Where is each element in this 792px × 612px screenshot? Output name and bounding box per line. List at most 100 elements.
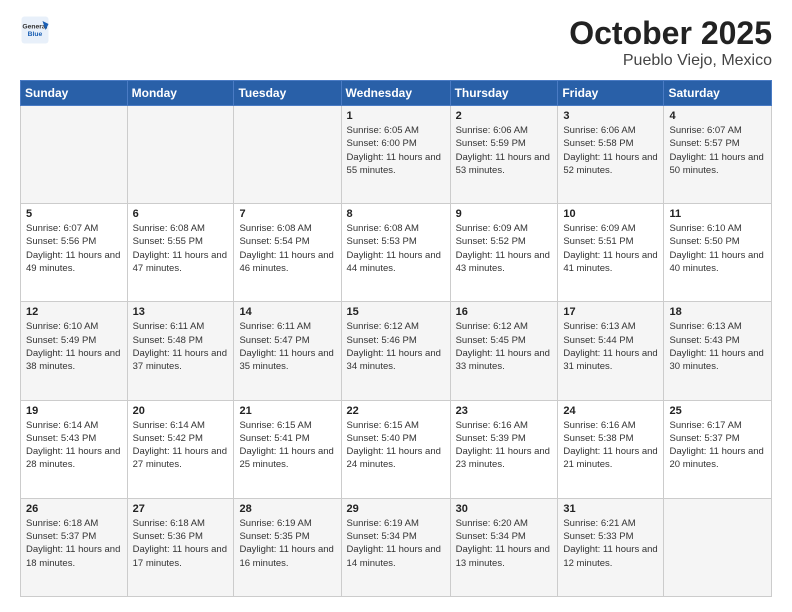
day-info: Sunrise: 6:09 AMSunset: 5:52 PMDaylight:… [456,222,553,275]
day-cell: 5Sunrise: 6:07 AMSunset: 5:56 PMDaylight… [21,204,128,302]
day-number: 30 [456,503,553,515]
day-info: Sunrise: 6:10 AMSunset: 5:50 PMDaylight:… [669,222,766,275]
logo-icon: General Blue [20,15,50,45]
day-cell: 9 Sunrise: 6:09 AMSunset: 5:52 PMDaylight… [450,204,558,302]
day-cell: 21 Sunrise: 6:15 AMSunset: 5:41 PMDayligh… [234,400,341,498]
day-cell: 19Sunrise: 6:14 AMSunset: 5:43 PMDayligh… [21,400,128,498]
day-info: Sunrise: 6:09 AMSunset: 5:51 PMDaylight:… [563,222,658,275]
day-number: 12 [26,306,122,318]
day-cell: 26 Sunrise: 6:18 AMSunset: 5:37 PMDayligh… [21,498,128,596]
day-info: Sunrise: 6:21 AMSunset: 5:33 PMDaylight:… [563,517,658,570]
day-cell: 6Sunrise: 6:08 AMSunset: 5:55 PMDaylight… [127,204,234,302]
day-info: Sunrise: 6:19 AMSunset: 5:34 PMDaylight:… [347,517,445,570]
day-info: Sunrise: 6:15 AMSunset: 5:41 PMDaylight:… [239,419,335,472]
day-info: Sunrise: 6:06 AMSunset: 5:59 PMDaylight:… [456,124,553,177]
week-row-2: 5Sunrise: 6:07 AMSunset: 5:56 PMDaylight… [21,204,772,302]
day-number: 3 [563,110,658,122]
day-info: Sunrise: 6:13 AMSunset: 5:44 PMDaylight:… [563,320,658,373]
day-info: Sunrise: 6:16 AMSunset: 5:39 PMDaylight:… [456,419,553,472]
day-number: 31 [563,503,658,515]
day-cell: 31 Sunrise: 6:21 AMSunset: 5:33 PMDayligh… [558,498,664,596]
title-block: October 2025 Pueblo Viejo, Mexico [569,15,772,70]
day-info: Sunrise: 6:16 AMSunset: 5:38 PMDaylight:… [563,419,658,472]
day-cell: 20Sunrise: 6:14 AMSunset: 5:42 PMDayligh… [127,400,234,498]
week-row-3: 12 Sunrise: 6:10 AMSunset: 5:49 PMDayligh… [21,302,772,400]
day-info: Sunrise: 6:17 AMSunset: 5:37 PMDaylight:… [669,419,766,472]
day-number: 16 [456,306,553,318]
day-number: 27 [133,503,229,515]
day-cell: 4 Sunrise: 6:07 AMSunset: 5:57 PMDaylight… [664,106,772,204]
day-cell: 8 Sunrise: 6:08 AMSunset: 5:53 PMDaylight… [341,204,450,302]
day-cell: 15 Sunrise: 6:12 AMSunset: 5:46 PMDayligh… [341,302,450,400]
day-cell: 7Sunrise: 6:08 AMSunset: 5:54 PMDaylight… [234,204,341,302]
day-info: Sunrise: 6:10 AMSunset: 5:49 PMDaylight:… [26,320,122,373]
day-info: Sunrise: 6:20 AMSunset: 5:34 PMDaylight:… [456,517,553,570]
day-number: 28 [239,503,335,515]
day-cell: 16 Sunrise: 6:12 AMSunset: 5:45 PMDayligh… [450,302,558,400]
day-info: Sunrise: 6:15 AMSunset: 5:40 PMDaylight:… [347,419,445,472]
day-cell: 10 Sunrise: 6:09 AMSunset: 5:51 PMDayligh… [558,204,664,302]
day-cell: 11Sunrise: 6:10 AMSunset: 5:50 PMDayligh… [664,204,772,302]
day-cell: 29 Sunrise: 6:19 AMSunset: 5:34 PMDayligh… [341,498,450,596]
calendar-table: Sunday Monday Tuesday Wednesday Thursday… [20,80,772,597]
day-number: 24 [563,405,658,417]
day-info: Sunrise: 6:07 AMSunset: 5:56 PMDaylight:… [26,222,122,275]
day-info: Sunrise: 6:12 AMSunset: 5:46 PMDaylight:… [347,320,445,373]
logo: General Blue [20,15,50,45]
day-number: 18 [669,306,766,318]
day-number: 9 [456,208,553,220]
day-info: Sunrise: 6:07 AMSunset: 5:57 PMDaylight:… [669,124,766,177]
col-wednesday: Wednesday [341,81,450,106]
day-number: 26 [26,503,122,515]
day-number: 23 [456,405,553,417]
day-info: Sunrise: 6:11 AMSunset: 5:47 PMDaylight:… [239,320,335,373]
day-cell: 24 Sunrise: 6:16 AMSunset: 5:38 PMDayligh… [558,400,664,498]
day-info: Sunrise: 6:19 AMSunset: 5:35 PMDaylight:… [239,517,335,570]
day-info: Sunrise: 6:06 AMSunset: 5:58 PMDaylight:… [563,124,658,177]
day-cell [21,106,128,204]
day-cell: 23 Sunrise: 6:16 AMSunset: 5:39 PMDayligh… [450,400,558,498]
col-sunday: Sunday [21,81,128,106]
day-number: 15 [347,306,445,318]
col-thursday: Thursday [450,81,558,106]
day-number: 25 [669,405,766,417]
day-info: Sunrise: 6:18 AMSunset: 5:37 PMDaylight:… [26,517,122,570]
day-cell: 17 Sunrise: 6:13 AMSunset: 5:44 PMDayligh… [558,302,664,400]
day-cell: 25 Sunrise: 6:17 AMSunset: 5:37 PMDayligh… [664,400,772,498]
day-number: 21 [239,405,335,417]
day-cell: 30 Sunrise: 6:20 AMSunset: 5:34 PMDayligh… [450,498,558,596]
day-number: 4 [669,110,766,122]
day-cell: 3 Sunrise: 6:06 AMSunset: 5:58 PMDaylight… [558,106,664,204]
header: General Blue October 2025 Pueblo Viejo, … [20,15,772,70]
day-cell [234,106,341,204]
day-number: 13 [133,306,229,318]
day-number: 8 [347,208,445,220]
day-info: Sunrise: 6:12 AMSunset: 5:45 PMDaylight:… [456,320,553,373]
col-friday: Friday [558,81,664,106]
week-row-4: 19Sunrise: 6:14 AMSunset: 5:43 PMDayligh… [21,400,772,498]
day-number: 19 [26,405,122,417]
day-info: Sunrise: 6:08 AMSunset: 5:53 PMDaylight:… [347,222,445,275]
day-cell: 13 Sunrise: 6:11 AMSunset: 5:48 PMDayligh… [127,302,234,400]
header-row: Sunday Monday Tuesday Wednesday Thursday… [21,81,772,106]
day-number: 29 [347,503,445,515]
day-info: Sunrise: 6:14 AMSunset: 5:42 PMDaylight:… [133,419,229,472]
day-number: 17 [563,306,658,318]
col-saturday: Saturday [664,81,772,106]
day-info: Sunrise: 6:11 AMSunset: 5:48 PMDaylight:… [133,320,229,373]
day-info: Sunrise: 6:13 AMSunset: 5:43 PMDaylight:… [669,320,766,373]
col-monday: Monday [127,81,234,106]
day-cell: 2Sunrise: 6:06 AMSunset: 5:59 PMDaylight… [450,106,558,204]
day-number: 22 [347,405,445,417]
week-row-5: 26 Sunrise: 6:18 AMSunset: 5:37 PMDayligh… [21,498,772,596]
day-info: Sunrise: 6:08 AMSunset: 5:54 PMDaylight:… [239,222,335,275]
col-tuesday: Tuesday [234,81,341,106]
day-cell: 12 Sunrise: 6:10 AMSunset: 5:49 PMDayligh… [21,302,128,400]
day-cell: 18 Sunrise: 6:13 AMSunset: 5:43 PMDayligh… [664,302,772,400]
day-info: Sunrise: 6:05 AMSunset: 6:00 PMDaylight:… [347,124,445,177]
day-cell [664,498,772,596]
calendar-subtitle: Pueblo Viejo, Mexico [569,52,772,70]
svg-text:Blue: Blue [28,31,43,38]
day-number: 10 [563,208,658,220]
day-number: 6 [133,208,229,220]
